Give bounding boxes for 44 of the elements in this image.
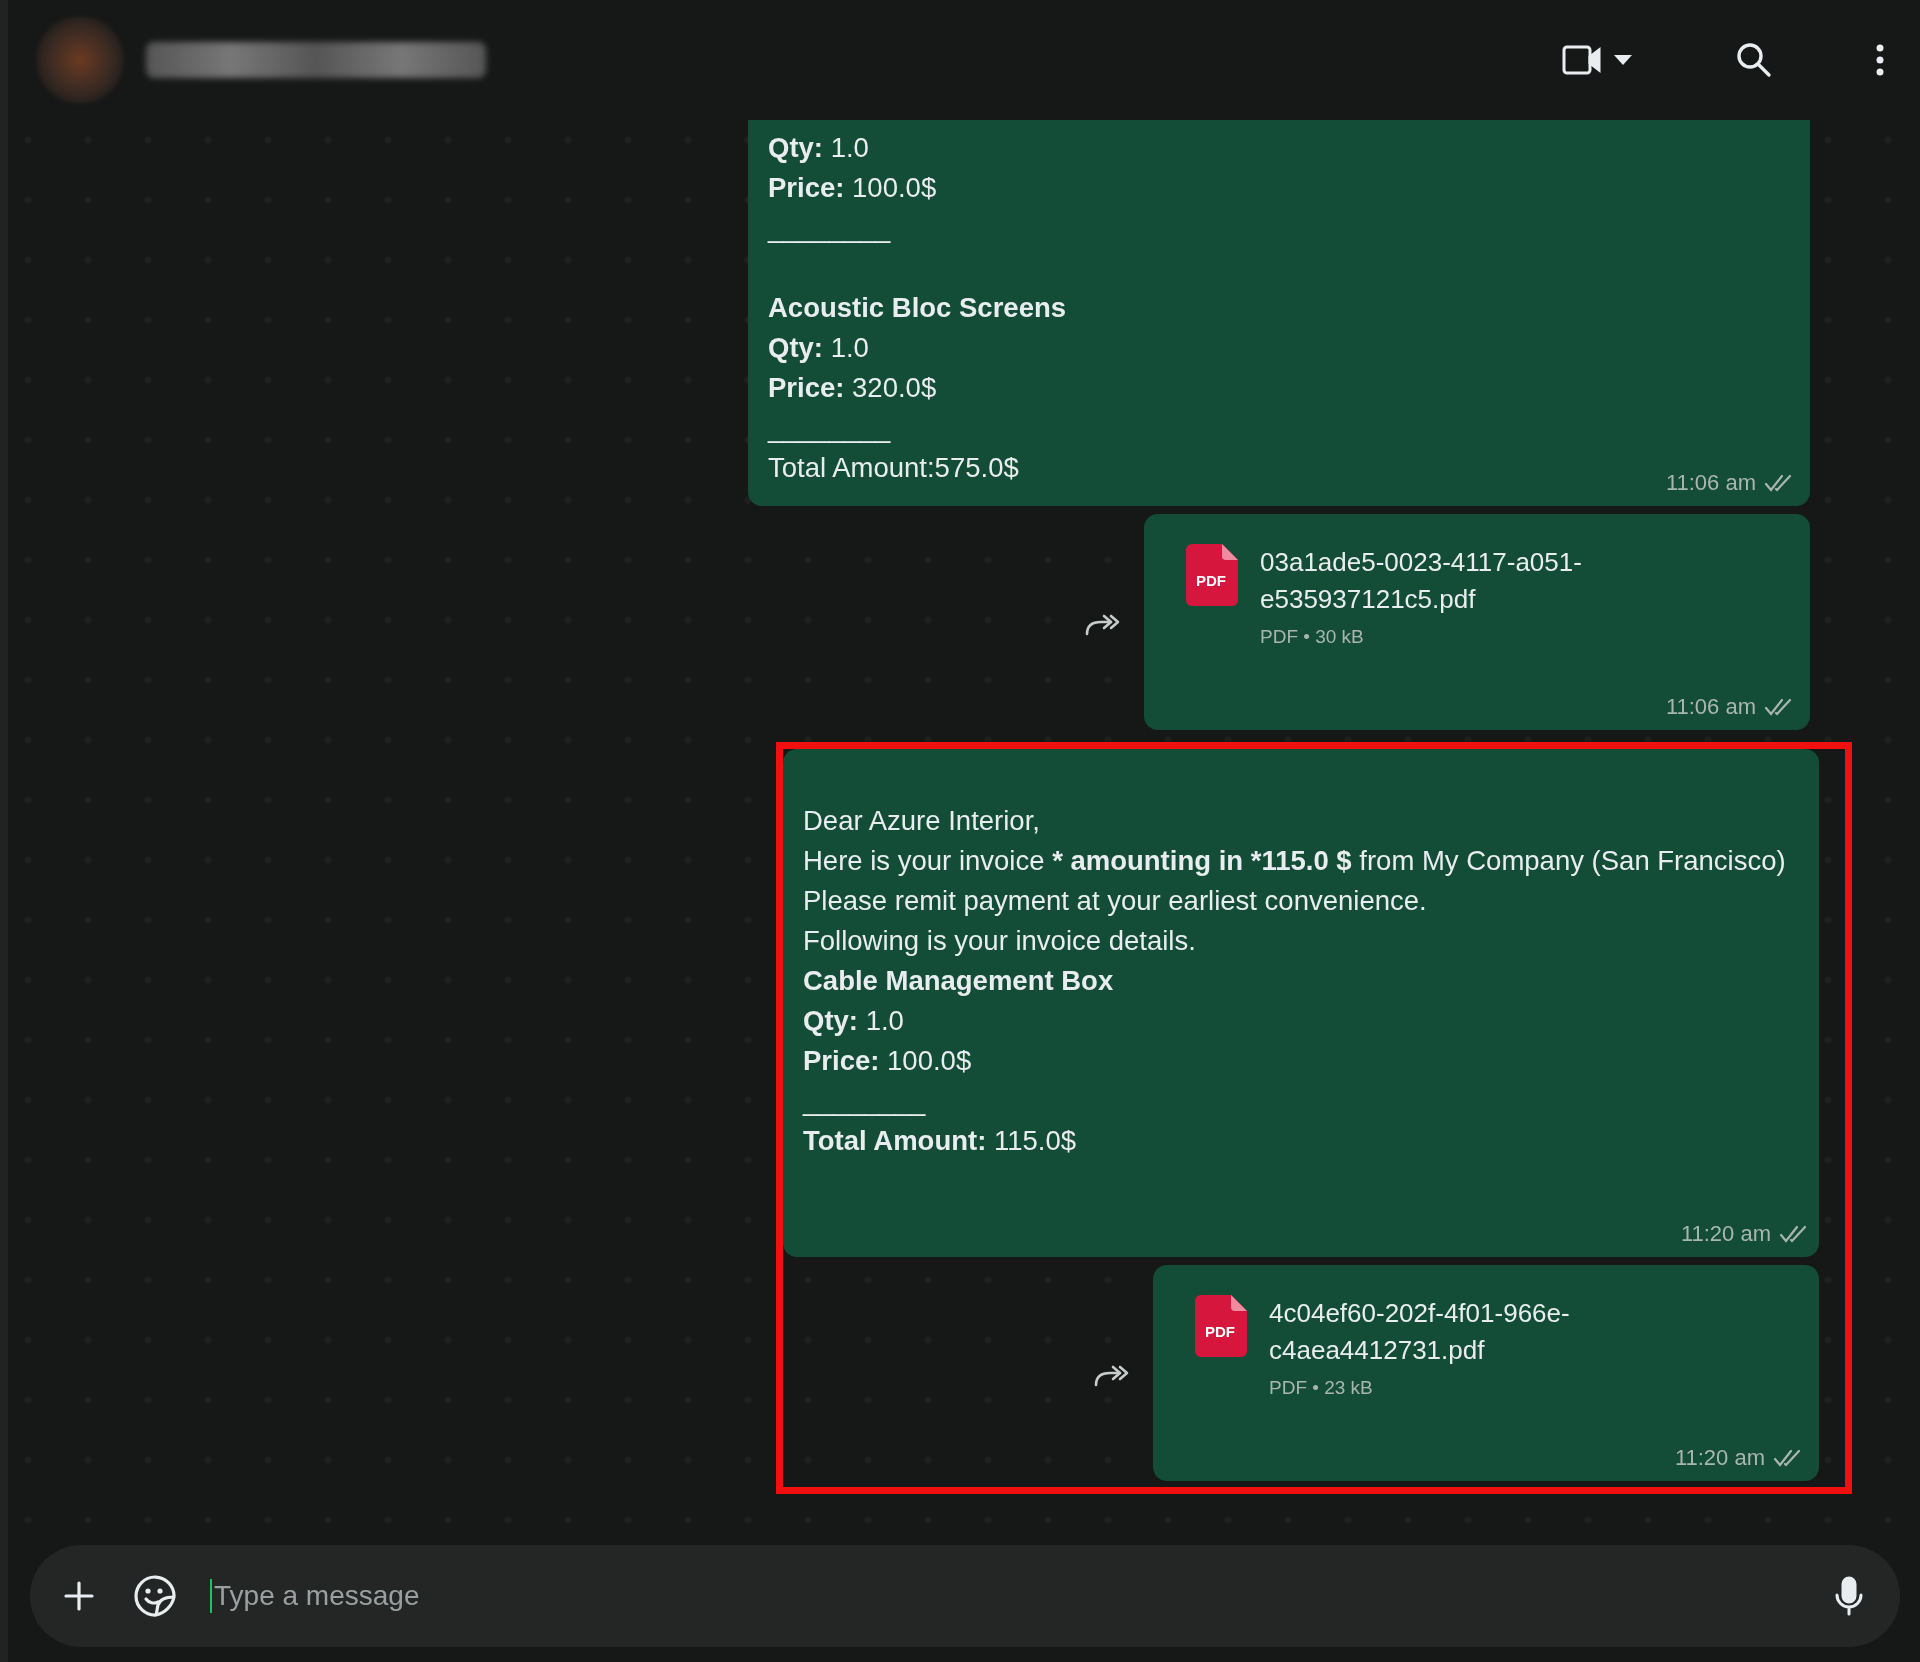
double-check-icon — [1764, 474, 1792, 492]
message-line: ________ — [803, 1084, 926, 1118]
message-line: Price: 100.0$ — [768, 171, 937, 205]
forward-icon — [1093, 1363, 1129, 1387]
forward-icon — [1084, 612, 1120, 636]
message-line: Total Amount:575.0$ — [768, 451, 1019, 485]
message-line: Total Amount: 115.0$ — [803, 1124, 1076, 1158]
pdf-file-icon: PDF — [1186, 544, 1238, 606]
search-icon — [1736, 42, 1772, 78]
message-line: Following is your invoice details. — [803, 924, 1196, 958]
message-line: Qty: 1.0 — [803, 1004, 904, 1038]
double-check-icon — [1773, 1449, 1801, 1467]
file-message-bubble[interactable]: PDF 4c04ef60-202f-4f01-966e-c4aea4412731.pdf PDF • 23 kB 11:20 am — [1153, 1265, 1819, 1481]
message-time: 11:06 am — [1665, 694, 1756, 720]
sticker-icon — [134, 1575, 176, 1617]
message-line: ________ — [768, 411, 891, 445]
message-time: 11:20 am — [1674, 1445, 1765, 1471]
plus-icon — [64, 1581, 94, 1611]
message-line: Qty: 1.0 — [768, 131, 869, 165]
message-time: 11:06 am — [1665, 470, 1756, 496]
file-size: PDF • 30 kB — [1260, 626, 1365, 648]
file-message-bubble[interactable]: PDF 03a1ade5-0023-4117-a051-e535937121c5.pdf PDF • 30 kB 11:06 am — [1144, 514, 1810, 730]
double-check-icon — [1764, 698, 1792, 716]
message-line: Price: 320.0$ — [768, 371, 937, 405]
message-line: Please remit payment at your earliest convenience. — [803, 884, 1427, 918]
caret-icon — [1614, 55, 1632, 65]
microphone-icon — [1834, 1576, 1864, 1616]
file-name: 03a1ade5-0023-4117-a051-e535937121c5.pdf — [1260, 546, 1583, 616]
file-size: PDF • 23 kB — [1269, 1377, 1374, 1399]
message-time: 11:20 am — [1680, 1221, 1771, 1247]
message-composer[interactable]: Type a message — [30, 1545, 1900, 1647]
pdf-file-icon: PDF — [1195, 1295, 1247, 1357]
file-name: 4c04ef60-202f-4f01-966e-c4aea4412731.pdf — [1269, 1297, 1571, 1367]
message-line: ________ — [768, 211, 891, 245]
message-line: Here is your invoice * amounting in *115.0 $ from My Company (San Francisco) — [803, 844, 1786, 878]
double-check-icon — [1779, 1225, 1807, 1243]
message-line: Price: 100.0$ — [803, 1044, 972, 1078]
message-line: Acoustic Bloc Screens — [768, 291, 1067, 325]
message-input[interactable]: Type a message — [210, 1579, 1800, 1613]
menu-icon — [1876, 44, 1884, 76]
video-camera-icon — [1562, 45, 1604, 75]
message-line: Dear Azure Interior, — [803, 804, 1040, 838]
message-line: Qty: 1.0 — [768, 331, 869, 365]
message-line: Cable Management Box — [803, 964, 1114, 998]
